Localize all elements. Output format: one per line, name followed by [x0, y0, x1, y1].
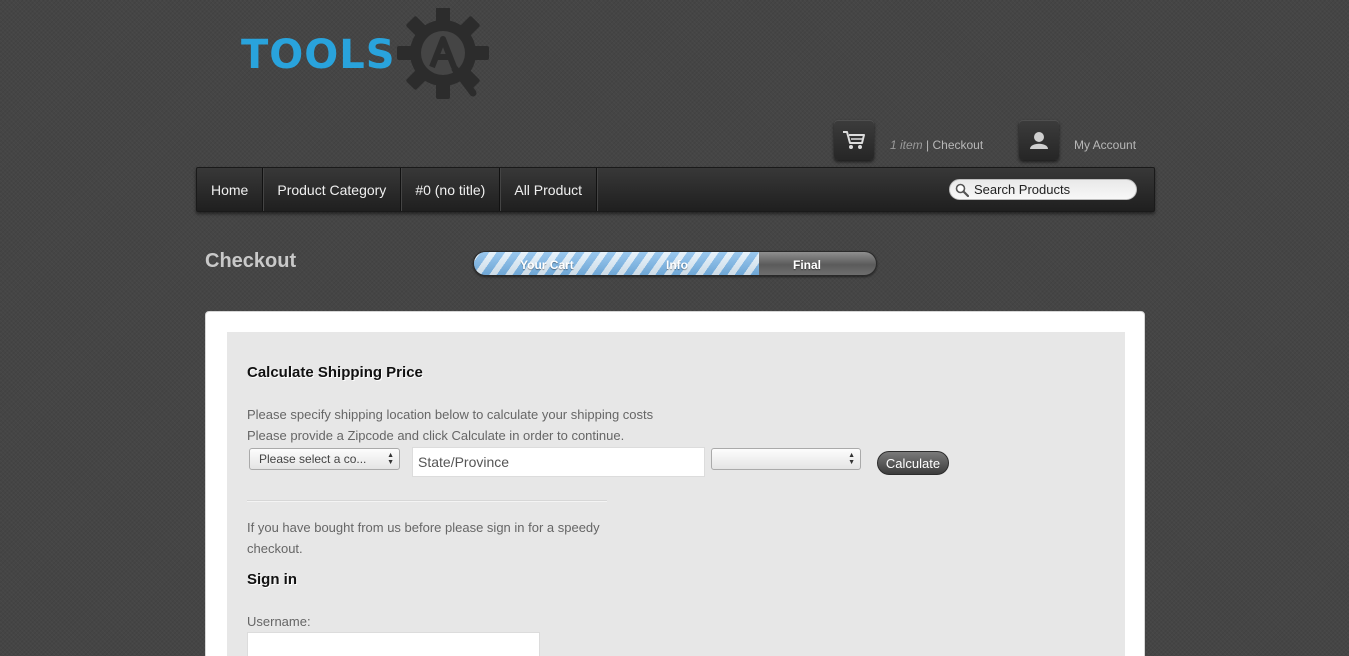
country-select[interactable]: Please select a co... ▲ ▼	[249, 448, 400, 470]
progress-step-info: Info	[666, 258, 688, 272]
shipping-instructions-2: Please provide a Zipcode and click Calcu…	[247, 428, 625, 443]
calculate-button[interactable]: Calculate	[877, 451, 949, 475]
cart-summary: 1 item | Checkout	[890, 138, 983, 152]
state-province-input[interactable]	[412, 447, 705, 477]
gear-logo-icon	[397, 8, 489, 99]
nav-item-product-category[interactable]: Product Category	[263, 168, 402, 211]
progress-step-cart: Your Cart	[520, 258, 574, 272]
signin-heading: Sign in	[247, 571, 297, 588]
main-nav: Home Product Category #0 (no title) All …	[196, 167, 1155, 212]
checkout-form-area: Calculate Shipping Price Please specify …	[227, 332, 1125, 656]
my-account-link[interactable]: My Account	[1074, 138, 1136, 152]
username-label: Username:	[247, 614, 311, 629]
cart-icon	[843, 131, 865, 149]
checkout-link[interactable]: Checkout	[932, 138, 983, 152]
search-icon	[950, 180, 974, 199]
nav-item-all-product[interactable]: All Product	[500, 168, 598, 211]
page-title: Checkout	[205, 250, 297, 272]
logo-text: TOOLS	[241, 32, 396, 78]
nav-item-no-title[interactable]: #0 (no title)	[401, 168, 501, 211]
progress-fill	[474, 252, 760, 275]
progress-step-final: Final	[793, 258, 822, 272]
cart-button[interactable]	[834, 120, 874, 160]
country-select-value: Please select a co...	[259, 452, 367, 466]
cart-separator: |	[922, 138, 933, 152]
shipping-heading: Calculate Shipping Price	[247, 364, 423, 381]
checkout-progress-bar: Your Cart Info Final	[473, 251, 877, 276]
select-arrows-icon: ▲ ▼	[848, 452, 855, 466]
account-button[interactable]	[1019, 120, 1059, 160]
select-arrows-icon: ▲ ▼	[387, 452, 394, 466]
section-divider	[247, 500, 607, 501]
checkout-panel: Calculate Shipping Price Please specify …	[205, 311, 1145, 656]
shipping-instructions-1: Please specify shipping location below t…	[247, 407, 654, 422]
search-input[interactable]	[974, 182, 1129, 197]
nav-item-home[interactable]: Home	[197, 168, 264, 211]
region-select[interactable]: ▲ ▼	[711, 448, 861, 470]
search-box[interactable]	[949, 179, 1137, 200]
signin-intro: If you have bought from us before please…	[247, 520, 600, 556]
username-input[interactable]	[247, 632, 540, 656]
cart-count: 1 item	[890, 138, 923, 152]
user-icon	[1030, 132, 1048, 149]
site-logo[interactable]: TOOLS	[241, 8, 501, 103]
